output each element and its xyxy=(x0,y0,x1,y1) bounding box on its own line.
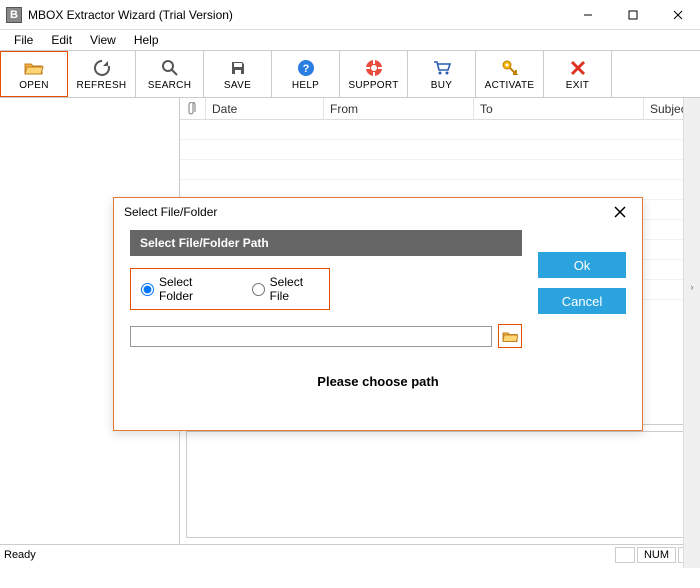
status-text: Ready xyxy=(4,549,36,561)
buy-label: BUY xyxy=(431,80,452,91)
dialog-message: Please choose path xyxy=(114,356,642,389)
support-icon xyxy=(364,58,384,78)
select-mode-group: Select Folder Select File xyxy=(130,268,330,310)
search-icon xyxy=(160,58,180,78)
cancel-button[interactable]: Cancel xyxy=(538,288,626,314)
help-label: HELP xyxy=(292,80,319,91)
radio-file-input[interactable] xyxy=(252,283,265,296)
save-label: SAVE xyxy=(224,80,251,91)
search-label: SEARCH xyxy=(148,80,191,91)
title-bar: B MBOX Extractor Wizard (Trial Version) xyxy=(0,0,700,30)
refresh-label: REFRESH xyxy=(77,80,127,91)
menu-bar: File Edit View Help xyxy=(0,30,700,50)
scroll-right-arrow-icon[interactable]: › xyxy=(684,278,700,295)
folder-open-icon xyxy=(24,58,44,78)
app-icon: B xyxy=(6,7,22,23)
radio-folder-label: Select Folder xyxy=(159,275,222,303)
exit-label: EXIT xyxy=(566,80,589,91)
help-button[interactable]: ? HELP xyxy=(272,51,340,97)
close-icon xyxy=(614,206,626,218)
buy-button[interactable]: BUY xyxy=(408,51,476,97)
menu-view[interactable]: View xyxy=(82,31,124,49)
dialog-title: Select File/Folder xyxy=(124,205,217,219)
column-date[interactable]: Date xyxy=(206,98,324,119)
preview-pane xyxy=(180,424,700,544)
table-row xyxy=(180,160,700,180)
support-button[interactable]: SUPPORT xyxy=(340,51,408,97)
column-from[interactable]: From xyxy=(324,98,474,119)
browse-button[interactable] xyxy=(498,324,522,348)
window-controls xyxy=(565,0,700,29)
exit-button[interactable]: EXIT xyxy=(544,51,612,97)
open-button[interactable]: OPEN xyxy=(0,51,68,97)
menu-file[interactable]: File xyxy=(6,31,41,49)
status-bar: Ready NUM xyxy=(0,544,700,564)
column-to[interactable]: To xyxy=(474,98,644,119)
save-button[interactable]: SAVE xyxy=(204,51,272,97)
help-icon: ? xyxy=(296,58,316,78)
open-label: OPEN xyxy=(19,80,49,91)
support-label: SUPPORT xyxy=(348,80,398,91)
ok-button[interactable]: Ok xyxy=(538,252,626,278)
activate-label: ACTIVATE xyxy=(485,80,535,91)
refresh-button[interactable]: REFRESH xyxy=(68,51,136,97)
activate-button[interactable]: ACTIVATE xyxy=(476,51,544,97)
status-num: NUM xyxy=(637,547,676,563)
radio-folder-input[interactable] xyxy=(141,283,154,296)
refresh-icon xyxy=(92,58,112,78)
table-row xyxy=(180,140,700,160)
dialog-close-button[interactable] xyxy=(608,200,632,224)
minimize-button[interactable] xyxy=(565,0,610,29)
svg-text:?: ? xyxy=(302,63,309,75)
path-input[interactable] xyxy=(130,326,492,347)
menu-help[interactable]: Help xyxy=(126,31,167,49)
cart-icon xyxy=(432,58,452,78)
table-row xyxy=(180,120,700,140)
toolbar: OPEN REFRESH SEARCH SAVE ? HELP SUPPORT … xyxy=(0,50,700,98)
status-cell xyxy=(615,547,635,563)
select-file-folder-dialog: Select File/Folder Select File/Folder Pa… xyxy=(113,197,643,431)
preview-inner xyxy=(186,431,694,538)
window-title: MBOX Extractor Wizard (Trial Version) xyxy=(28,8,233,22)
column-attachment[interactable] xyxy=(180,98,206,119)
radio-select-file[interactable]: Select File xyxy=(252,275,319,303)
column-headers: Date From To Subject xyxy=(180,98,700,120)
radio-select-folder[interactable]: Select Folder xyxy=(141,275,222,303)
search-button[interactable]: SEARCH xyxy=(136,51,204,97)
save-icon xyxy=(228,58,248,78)
radio-file-label: Select File xyxy=(270,275,319,303)
dialog-section-header: Select File/Folder Path xyxy=(130,230,522,256)
key-icon xyxy=(500,58,520,78)
menu-edit[interactable]: Edit xyxy=(43,31,80,49)
vertical-scrollbar[interactable]: › xyxy=(683,98,700,568)
maximize-button[interactable] xyxy=(610,0,655,29)
dialog-titlebar: Select File/Folder xyxy=(114,198,642,226)
paperclip-icon xyxy=(188,102,198,116)
close-button[interactable] xyxy=(655,0,700,29)
exit-icon xyxy=(568,58,588,78)
folder-icon xyxy=(502,330,518,343)
